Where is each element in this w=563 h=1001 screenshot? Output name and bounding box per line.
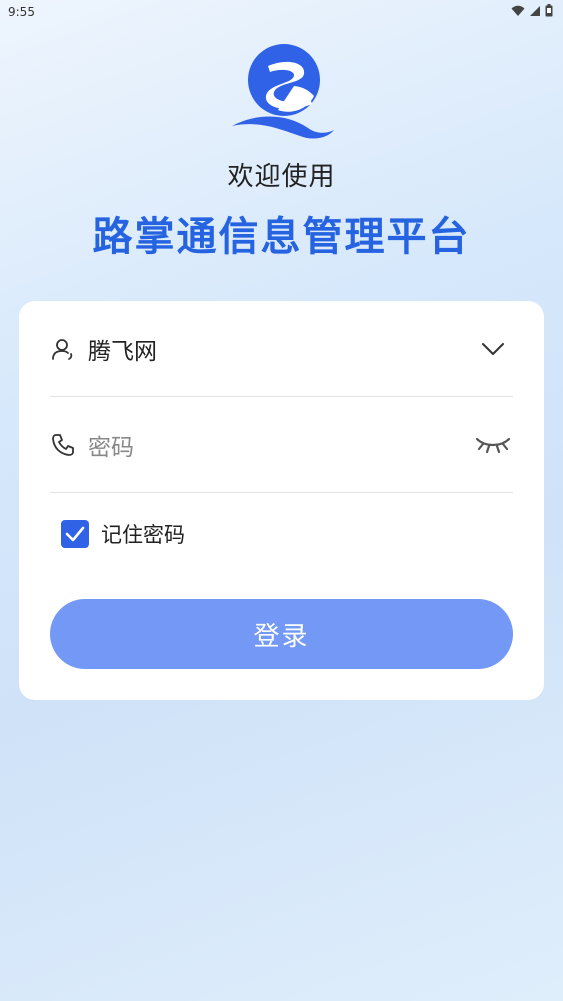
password-field[interactable]: 密码 — [50, 397, 513, 493]
status-time: 9:55 — [8, 5, 35, 19]
app-title: 路掌通信息管理平台 — [92, 214, 471, 260]
remember-password[interactable]: 记住密码 — [61, 519, 185, 549]
login-button[interactable]: 登录 — [50, 599, 513, 669]
phone-icon — [50, 432, 76, 458]
remember-label: 记住密码 — [101, 523, 185, 547]
account-value: 腾飞网 — [88, 338, 157, 365]
app-logo — [228, 40, 338, 140]
chevron-down-icon[interactable] — [473, 334, 513, 364]
remember-checkbox[interactable] — [61, 520, 89, 548]
password-placeholder: 密码 — [88, 434, 134, 461]
battery-icon — [545, 4, 553, 20]
account-select[interactable]: 腾飞网 — [50, 301, 513, 397]
status-icons — [511, 4, 553, 20]
status-bar: 9:55 — [0, 0, 563, 24]
user-icon — [50, 336, 76, 362]
signal-icon — [529, 5, 541, 20]
login-card: 腾飞网 密码 记住密码 登录 — [19, 301, 544, 700]
eye-closed-icon[interactable] — [473, 430, 513, 460]
welcome-text: 欢迎使用 — [227, 162, 336, 192]
wifi-icon — [511, 5, 525, 20]
